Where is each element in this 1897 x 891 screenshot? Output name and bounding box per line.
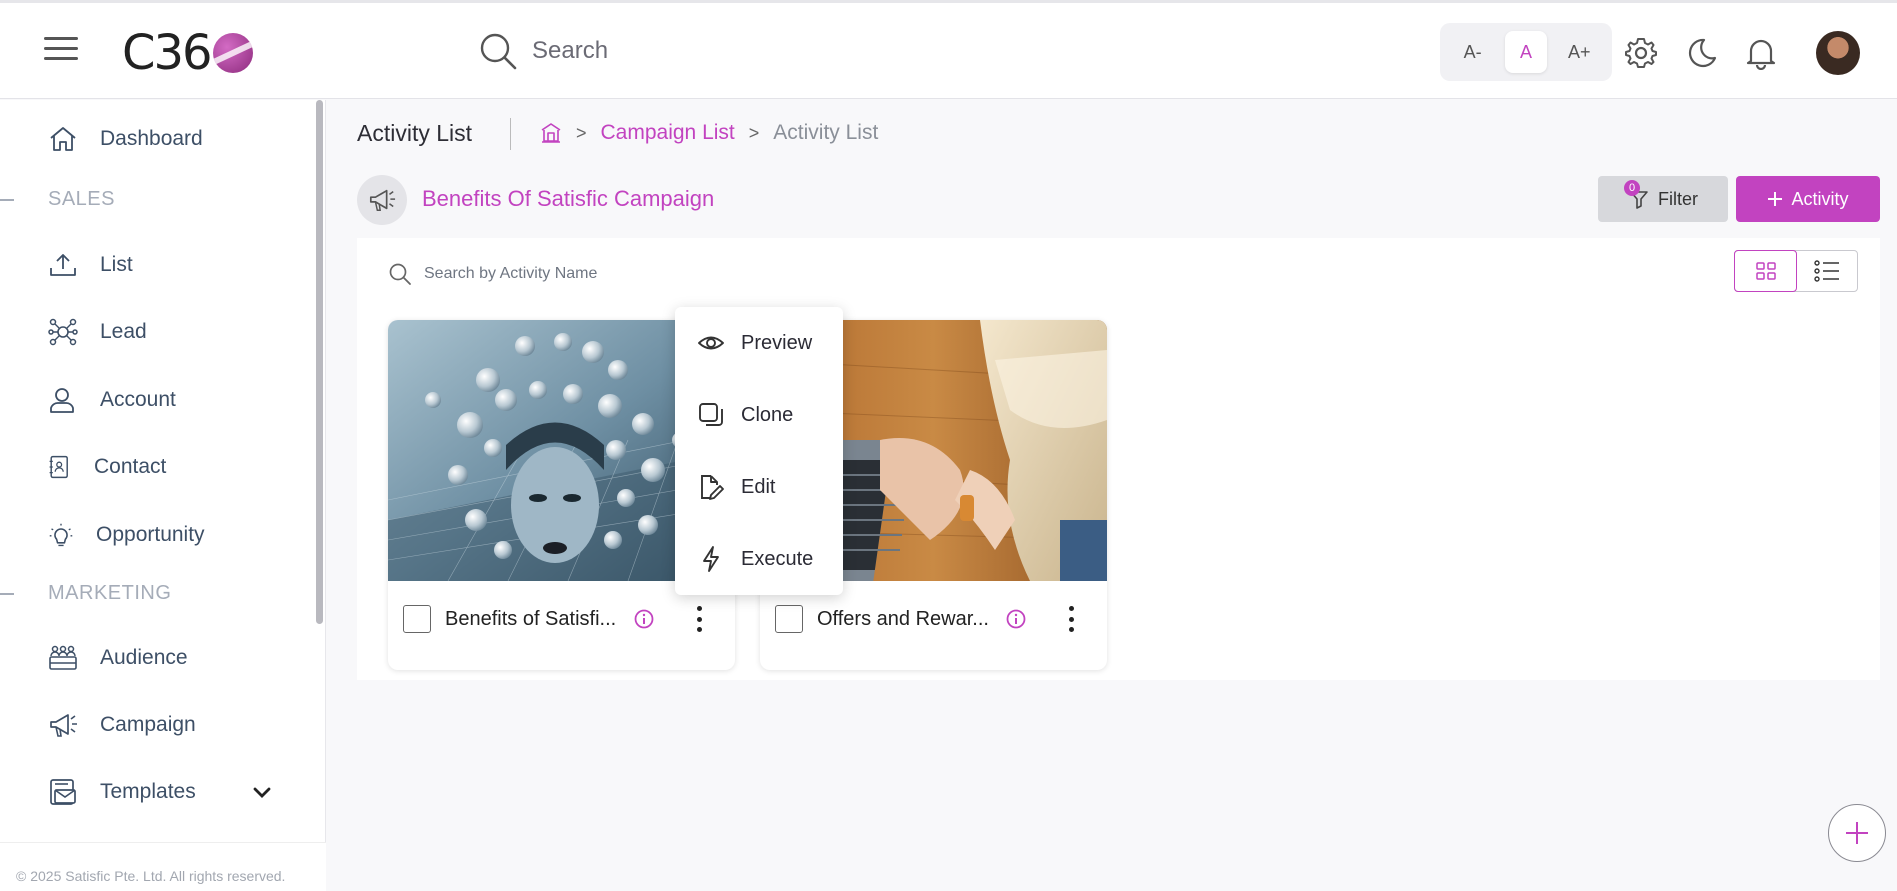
megaphone-icon [50, 714, 77, 737]
menu-item-label: Preview [741, 331, 813, 354]
font-default-button[interactable]: A [1504, 31, 1547, 73]
plus-icon [1768, 192, 1783, 206]
menu-item-edit[interactable]: Edit [697, 473, 775, 501]
divider [510, 118, 511, 150]
campaign-name: Benefits Of Satisfic Campaign [422, 186, 715, 211]
sidebar-item-label: Lead [100, 320, 147, 343]
plus-icon [1846, 822, 1868, 844]
floating-add-button[interactable] [1828, 804, 1886, 862]
grid-icon [1755, 262, 1776, 280]
megaphone-icon [369, 189, 396, 212]
home-icon[interactable] [540, 122, 562, 144]
breadcrumb-current: Activity List [773, 121, 879, 144]
moon-icon[interactable] [1684, 36, 1718, 70]
card-context-menu: Preview Clone Edit Execute [675, 307, 843, 595]
activity-search-input[interactable]: Search by Activity Name [424, 265, 597, 283]
menu-item-execute[interactable]: Execute [697, 545, 813, 573]
header: C36 Search A- A A+ [0, 3, 1897, 99]
font-decrease-button[interactable]: A- [1452, 31, 1494, 73]
chevron-down-icon[interactable] [252, 786, 272, 800]
add-activity-button[interactable]: Activity [1736, 176, 1880, 222]
breadcrumb-campaign-list[interactable]: Campaign List [601, 121, 735, 145]
menu-item-label: Edit [741, 475, 776, 498]
audience-icon [49, 645, 77, 670]
contact-book-icon [49, 455, 68, 479]
sidebar-item-label: Templates [100, 780, 196, 803]
logo[interactable]: C36 [122, 25, 253, 81]
page-title: Activity List [357, 120, 473, 146]
bell-icon[interactable] [1744, 36, 1778, 70]
section-sales: SALES [0, 188, 115, 211]
logo-text: C36 [122, 25, 213, 81]
upload-icon [50, 254, 76, 276]
more-options-icon[interactable] [1065, 604, 1077, 634]
campaign-icon-badge [357, 175, 407, 225]
menu-item-label: Execute [741, 547, 814, 570]
grid-view-button[interactable] [1734, 250, 1797, 292]
menu-item-clone[interactable]: Clone [697, 401, 793, 429]
section-marketing: MARKETING [0, 582, 171, 605]
add-activity-label: Activity [1791, 188, 1849, 209]
sidebar-item-campaign[interactable]: Campaign [48, 710, 196, 740]
filter-count-badge: 0 [1624, 180, 1640, 196]
sidebar-item-opportunity[interactable]: Opportunity [48, 520, 205, 550]
font-size-controls: A- A A+ [1440, 23, 1612, 81]
chevron-right-icon: > [748, 122, 760, 143]
global-search[interactable]: Search [478, 31, 608, 71]
copyright-footer: © 2025 Satisfic Pte. Ltd. All rights res… [0, 842, 326, 891]
search-input[interactable]: Search [532, 37, 608, 65]
sidebar-item-label: Dashboard [100, 127, 203, 150]
network-icon [48, 318, 78, 346]
menu-item-preview[interactable]: Preview [697, 329, 812, 357]
sidebar-scrollbar[interactable] [316, 100, 323, 624]
avatar[interactable] [1816, 31, 1860, 75]
chevron-right-icon: > [576, 122, 587, 143]
eye-icon [698, 336, 724, 350]
sidebar-item-label: Campaign [100, 713, 196, 736]
sidebar-item-dashboard[interactable]: Dashboard [48, 124, 203, 154]
menu-item-label: Clone [741, 403, 794, 426]
card-checkbox[interactable] [403, 605, 431, 633]
sidebar-item-label: Opportunity [96, 523, 205, 546]
edit-icon [701, 475, 724, 500]
more-options-icon[interactable] [693, 604, 705, 634]
section-label: SALES [48, 188, 115, 210]
card-checkbox[interactable] [775, 605, 803, 633]
activity-search[interactable]: Search by Activity Name [388, 262, 788, 286]
copy-icon [699, 403, 723, 426]
sidebar-item-templates[interactable]: Templates [48, 777, 196, 807]
card-title: Benefits of Satisfi... [445, 608, 617, 630]
sidebar-item-contact[interactable]: Contact [48, 452, 166, 482]
section-label: MARKETING [48, 582, 172, 604]
user-icon [50, 388, 74, 413]
sidebar-item-account[interactable]: Account [48, 385, 176, 415]
card-title: Offers and Rewar... [817, 608, 989, 630]
logo-orb [212, 33, 253, 73]
sidebar-item-label: List [100, 253, 133, 276]
list-view-button[interactable] [1796, 251, 1857, 291]
home-icon [50, 127, 76, 151]
lightbulb-icon [49, 523, 73, 547]
info-icon[interactable] [1005, 608, 1027, 630]
template-icon [50, 779, 76, 805]
sidebar-item-audience[interactable]: Audience [48, 643, 188, 673]
sidebar-item-list[interactable]: List [48, 250, 133, 280]
search-icon [480, 33, 517, 70]
sidebar-item-label: Account [100, 388, 176, 411]
info-icon[interactable] [633, 608, 655, 630]
filter-button[interactable]: 0 Filter [1598, 176, 1728, 222]
font-increase-button[interactable]: A+ [1558, 31, 1600, 73]
sidebar [0, 100, 326, 891]
lightning-icon [703, 546, 719, 572]
list-icon [1813, 260, 1839, 282]
hamburger-icon[interactable] [44, 37, 78, 65]
breadcrumb: > Campaign List > Activity List [540, 121, 878, 145]
sidebar-item-label: Audience [100, 646, 188, 669]
view-toggle [1734, 250, 1858, 292]
search-icon [389, 263, 411, 285]
filter-label: Filter [1658, 188, 1698, 209]
sidebar-item-lead[interactable]: Lead [48, 317, 147, 347]
sidebar-item-label: Contact [94, 455, 167, 478]
gear-icon[interactable] [1624, 36, 1658, 70]
